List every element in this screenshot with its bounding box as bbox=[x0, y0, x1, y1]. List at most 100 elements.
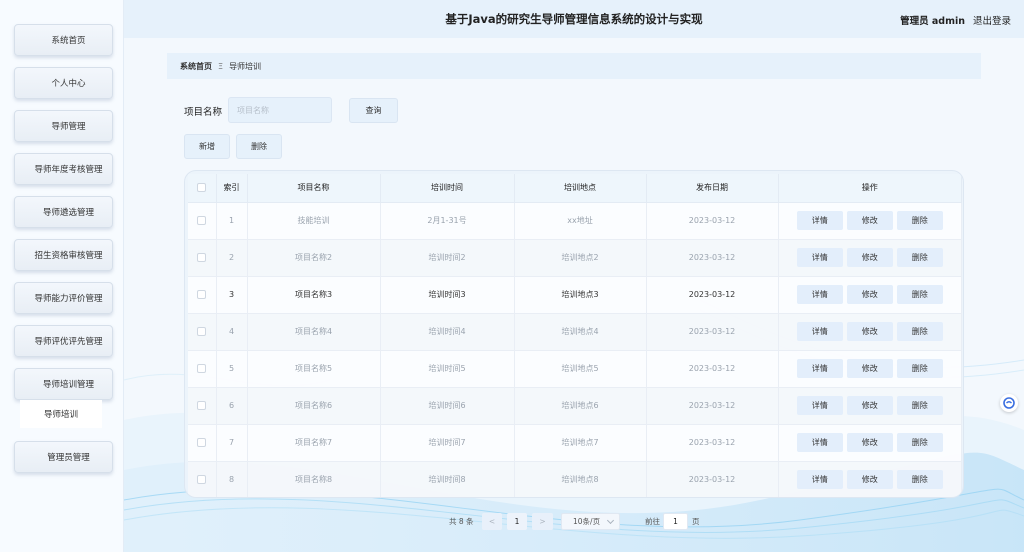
batch-delete-button[interactable]: 删除 bbox=[236, 134, 282, 159]
edit-button[interactable]: 修改 bbox=[846, 359, 893, 378]
page-size-select[interactable]: 10条/页 bbox=[561, 513, 620, 530]
cell-time: 培训时间8 bbox=[380, 461, 515, 497]
delete-button[interactable]: 删除 bbox=[896, 359, 943, 378]
column-header-name: 项目名称 bbox=[247, 174, 381, 203]
cell-index: 6 bbox=[216, 387, 248, 425]
row-checkbox[interactable] bbox=[197, 327, 207, 336]
edit-button[interactable]: 修改 bbox=[846, 396, 893, 415]
detail-button[interactable]: 详情 bbox=[796, 211, 843, 230]
cell-actions: 详情 修改 删除 bbox=[778, 387, 962, 425]
sidebar-item-tutor-management[interactable]: 导师管理 bbox=[14, 110, 113, 142]
row-checkbox[interactable] bbox=[197, 253, 207, 262]
row-checkbox[interactable] bbox=[197, 290, 207, 299]
cell-place: 培训地点8 bbox=[514, 461, 647, 497]
edit-button[interactable]: 修改 bbox=[846, 433, 893, 452]
edit-button[interactable]: 修改 bbox=[846, 322, 893, 341]
cell-index: 8 bbox=[216, 461, 248, 497]
cell-date: 2023-03-12 bbox=[646, 276, 779, 314]
cell-actions: 详情 修改 删除 bbox=[778, 313, 962, 351]
pagination-goto-input[interactable]: 1 bbox=[663, 513, 688, 530]
detail-button[interactable]: 详情 bbox=[796, 285, 843, 304]
table-row: 3 项目名称3 培训时间3 培训地点3 2023-03-12 详情 修改 删除 bbox=[188, 276, 962, 314]
sidebar-item-label: 导师管理 bbox=[51, 122, 86, 132]
delete-button[interactable]: 删除 bbox=[896, 322, 943, 341]
delete-button[interactable]: 删除 bbox=[896, 433, 943, 452]
edit-button[interactable]: 修改 bbox=[846, 285, 893, 304]
cell-time: 培训时间6 bbox=[380, 387, 515, 425]
top-header: 基于Java的研究生导师管理信息系统的设计与实现 管理员 admin 退出登录 bbox=[124, 0, 1024, 38]
detail-button[interactable]: 详情 bbox=[796, 396, 843, 415]
sidebar-item-training-management[interactable]: 导师培训管理 bbox=[14, 368, 113, 400]
pagination-goto-label: 前往 bbox=[645, 516, 660, 526]
add-button[interactable]: 新增 bbox=[184, 134, 230, 159]
cell-date: 2023-03-12 bbox=[646, 202, 779, 240]
table-row: 1 技能培训 2月1-31号 xx地址 2023-03-12 详情 修改 删除 bbox=[188, 202, 962, 240]
pagination-page-1[interactable]: 1 bbox=[507, 513, 527, 530]
sidebar-item-annual-assessment[interactable]: 导师年度考核管理 bbox=[14, 153, 113, 185]
table-row: 8 项目名称8 培训时间8 培训地点8 2023-03-12 详情 修改 删除 bbox=[188, 461, 962, 497]
query-button[interactable]: 查询 bbox=[349, 98, 398, 123]
logout-link[interactable]: 退出登录 bbox=[973, 13, 1011, 27]
edit-button[interactable]: 修改 bbox=[846, 248, 893, 267]
cell-actions: 详情 修改 删除 bbox=[778, 276, 962, 314]
search-input[interactable] bbox=[228, 97, 332, 123]
cell-name: 项目名称5 bbox=[247, 350, 381, 388]
sidebar-item-enrollment-review[interactable]: 招生资格审核管理 bbox=[14, 239, 113, 271]
table-row: 4 项目名称4 培训时间4 培训地点4 2023-03-12 详情 修改 删除 bbox=[188, 313, 962, 351]
sidebar: 系统首页 个人中心 导师管理 导师年度考核管理 导师遴选管理 招生资格审核管理 … bbox=[0, 0, 124, 552]
sidebar-item-excellence-evaluation[interactable]: 导师评优评先管理 bbox=[14, 325, 113, 357]
cell-date: 2023-03-12 bbox=[646, 313, 779, 351]
pagination-next-button[interactable]: > bbox=[532, 513, 553, 530]
cell-time: 培训时间4 bbox=[380, 313, 515, 351]
column-header-place: 培训地点 bbox=[514, 174, 647, 203]
detail-button[interactable]: 详情 bbox=[796, 470, 843, 489]
sidebar-item-home[interactable]: 系统首页 bbox=[14, 24, 113, 56]
cell-place: 培训地点5 bbox=[514, 350, 647, 388]
column-header-index: 索引 bbox=[216, 174, 248, 203]
row-checkbox[interactable] bbox=[197, 475, 207, 484]
detail-button[interactable]: 详情 bbox=[796, 433, 843, 452]
cell-name: 项目名称2 bbox=[247, 239, 381, 277]
row-checkbox[interactable] bbox=[197, 364, 207, 373]
sidebar-item-label: 导师培训管理 bbox=[42, 380, 94, 390]
cell-date: 2023-03-12 bbox=[646, 387, 779, 425]
cell-actions: 详情 修改 删除 bbox=[778, 461, 962, 497]
detail-button[interactable]: 详情 bbox=[796, 322, 843, 341]
sidebar-item-label: 导师评优评先管理 bbox=[34, 337, 103, 347]
sidebar-item-profile[interactable]: 个人中心 bbox=[14, 67, 113, 99]
row-checkbox[interactable] bbox=[197, 438, 207, 447]
sidebar-item-label: 导师能力评价管理 bbox=[34, 294, 103, 304]
delete-button[interactable]: 删除 bbox=[896, 211, 943, 230]
pagination-page-suffix: 页 bbox=[692, 516, 700, 526]
delete-button[interactable]: 删除 bbox=[896, 470, 943, 489]
sidebar-item-label: 招生资格审核管理 bbox=[34, 251, 103, 261]
cell-place: 培训地点7 bbox=[514, 424, 647, 462]
row-select-cell bbox=[188, 424, 217, 462]
edit-button[interactable]: 修改 bbox=[846, 211, 893, 230]
detail-button[interactable]: 详情 bbox=[796, 248, 843, 267]
sidebar-subitem-training[interactable]: 导师培训 bbox=[20, 400, 102, 428]
delete-button[interactable]: 删除 bbox=[896, 248, 943, 267]
detail-button[interactable]: 详情 bbox=[796, 359, 843, 378]
sidebar-item-tutor-selection[interactable]: 导师遴选管理 bbox=[14, 196, 113, 228]
cell-index: 5 bbox=[216, 350, 248, 388]
select-all-checkbox[interactable] bbox=[197, 183, 207, 193]
breadcrumb: 系统首页 Ξ 导师培训 bbox=[167, 53, 981, 79]
cell-name: 项目名称8 bbox=[247, 461, 381, 497]
edit-button[interactable]: 修改 bbox=[846, 470, 893, 489]
row-select-cell bbox=[188, 239, 217, 277]
delete-button[interactable]: 删除 bbox=[896, 396, 943, 415]
delete-button[interactable]: 删除 bbox=[896, 285, 943, 304]
sidebar-item-label: 导师年度考核管理 bbox=[34, 165, 103, 175]
breadcrumb-home[interactable]: 系统首页 bbox=[180, 61, 212, 72]
cell-date: 2023-03-12 bbox=[646, 239, 779, 277]
cell-actions: 详情 修改 删除 bbox=[778, 239, 962, 277]
sidebar-item-ability-evaluation[interactable]: 导师能力评价管理 bbox=[14, 282, 113, 314]
row-checkbox[interactable] bbox=[197, 216, 207, 225]
assistant-float-button[interactable] bbox=[1000, 394, 1018, 412]
sidebar-item-label: 个人中心 bbox=[51, 79, 86, 89]
pagination-prev-button[interactable]: < bbox=[482, 513, 502, 530]
row-checkbox[interactable] bbox=[197, 401, 207, 410]
row-select-cell bbox=[188, 387, 217, 425]
sidebar-item-admin-management[interactable]: 管理员管理 bbox=[14, 441, 113, 473]
